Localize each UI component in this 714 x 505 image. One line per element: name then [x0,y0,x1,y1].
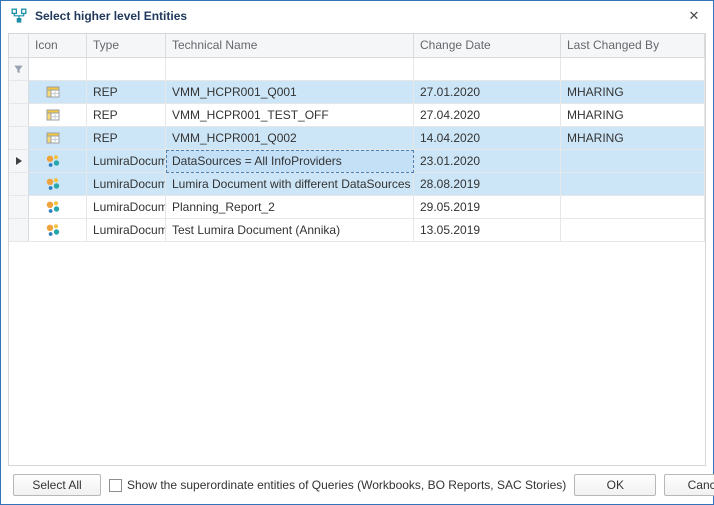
column-header-type[interactable]: Type [87,34,166,58]
table-row[interactable]: LumiraDocum... DataSources = All InfoPro… [9,150,705,173]
lumira-icon [45,176,61,192]
dialog-title: Select higher level Entities [35,9,679,23]
filter-cell-icon[interactable] [29,58,87,81]
filter-row-indicator [9,58,29,81]
close-icon[interactable]: ✕ [679,4,709,28]
entities-grid: Icon Type Technical Name Change Date Las… [8,33,706,466]
change-date-cell[interactable]: 27.04.2020 [414,104,561,127]
row-indicator[interactable] [9,104,29,127]
superordinate-checkbox-label: Show the superordinate entities of Queri… [127,478,566,492]
table-row[interactable]: LumiraDocum... Planning_Report_2 29.05.2… [9,196,705,219]
row-indicator[interactable] [9,173,29,196]
change-date-cell[interactable]: 27.01.2020 [414,81,561,104]
type-cell[interactable]: REP [87,127,166,150]
filter-funnel-icon [13,64,24,75]
entity-icon-cell[interactable] [29,150,87,173]
last-changed-by-cell[interactable] [561,219,705,242]
last-changed-by-cell[interactable]: MHARING [561,104,705,127]
column-header-technical-name[interactable]: Technical Name [166,34,414,58]
select-all-button[interactable]: Select All [13,474,101,496]
change-date-cell[interactable]: 13.05.2019 [414,219,561,242]
grid-empty-area [9,242,705,465]
entity-icon-cell[interactable] [29,81,87,104]
entity-icon-cell[interactable] [29,127,87,150]
superordinate-checkbox[interactable] [109,479,122,492]
table-row[interactable]: LumiraDocum... Lumira Document with diff… [9,173,705,196]
report-icon [45,130,61,146]
technical-name-cell[interactable]: VMM_HCPR001_Q002 [166,127,414,150]
lumira-icon [45,153,61,169]
change-date-cell[interactable]: 14.04.2020 [414,127,561,150]
filter-row [9,58,705,81]
entity-icon-cell[interactable] [29,219,87,242]
focused-row-indicator[interactable] [9,150,29,173]
change-date-cell[interactable]: 23.01.2020 [414,150,561,173]
technical-name-cell[interactable]: Test Lumira Document (Annika) [166,219,414,242]
last-changed-by-cell[interactable]: MHARING [561,127,705,150]
table-row[interactable]: REP VMM_HCPR001_TEST_OFF 27.04.2020 MHAR… [9,104,705,127]
row-indicator[interactable] [9,219,29,242]
ok-button[interactable]: OK [574,474,656,496]
grid-header-row: Icon Type Technical Name Change Date Las… [9,34,705,58]
change-date-cell[interactable]: 29.05.2019 [414,196,561,219]
type-cell[interactable]: REP [87,81,166,104]
technical-name-cell-focused[interactable]: DataSources = All InfoProviders [166,150,414,173]
last-changed-by-cell[interactable] [561,150,705,173]
entity-icon-cell[interactable] [29,104,87,127]
cancel-button[interactable]: Cancel [664,474,714,496]
header-indicator-cell [9,34,29,58]
row-indicator[interactable] [9,127,29,150]
technical-name-cell[interactable]: VMM_HCPR001_Q001 [166,81,414,104]
last-changed-by-cell[interactable]: MHARING [561,81,705,104]
row-indicator[interactable] [9,81,29,104]
last-changed-by-cell[interactable] [561,173,705,196]
technical-name-cell[interactable]: Planning_Report_2 [166,196,414,219]
report-icon [45,84,61,100]
table-row[interactable]: LumiraDocum... Test Lumira Document (Ann… [9,219,705,242]
last-changed-by-cell[interactable] [561,196,705,219]
type-cell[interactable]: REP [87,104,166,127]
hierarchy-entities-icon [11,8,27,24]
type-cell[interactable]: LumiraDocum... [87,196,166,219]
lumira-icon [45,199,61,215]
filter-cell-last-changed-by[interactable] [561,58,705,81]
column-header-icon[interactable]: Icon [29,34,87,58]
title-bar: Select higher level Entities ✕ [1,1,713,31]
technical-name-cell[interactable]: VMM_HCPR001_TEST_OFF [166,104,414,127]
filter-cell-type[interactable] [87,58,166,81]
type-cell[interactable]: LumiraDocum... [87,150,166,173]
change-date-cell[interactable]: 28.08.2019 [414,173,561,196]
table-row[interactable]: REP VMM_HCPR001_Q001 27.01.2020 MHARING [9,81,705,104]
superordinate-checkbox-group: Show the superordinate entities of Queri… [109,478,566,492]
table-row[interactable]: REP VMM_HCPR001_Q002 14.04.2020 MHARING [9,127,705,150]
filter-cell-technical-name[interactable] [166,58,414,81]
entity-icon-cell[interactable] [29,196,87,219]
type-cell[interactable]: LumiraDocum... [87,173,166,196]
row-indicator[interactable] [9,196,29,219]
footer-bar: Select All Show the superordinate entiti… [1,466,713,504]
lumira-icon [45,222,61,238]
dialog-window: Select higher level Entities ✕ Icon Type… [0,0,714,505]
column-header-change-date[interactable]: Change Date [414,34,561,58]
type-cell[interactable]: LumiraDocum... [87,219,166,242]
technical-name-cell[interactable]: Lumira Document with different DataSourc… [166,173,414,196]
current-row-arrow-icon [16,157,22,165]
filter-cell-change-date[interactable] [414,58,561,81]
report-icon [45,107,61,123]
column-header-last-changed-by[interactable]: Last Changed By [561,34,705,58]
entity-icon-cell[interactable] [29,173,87,196]
